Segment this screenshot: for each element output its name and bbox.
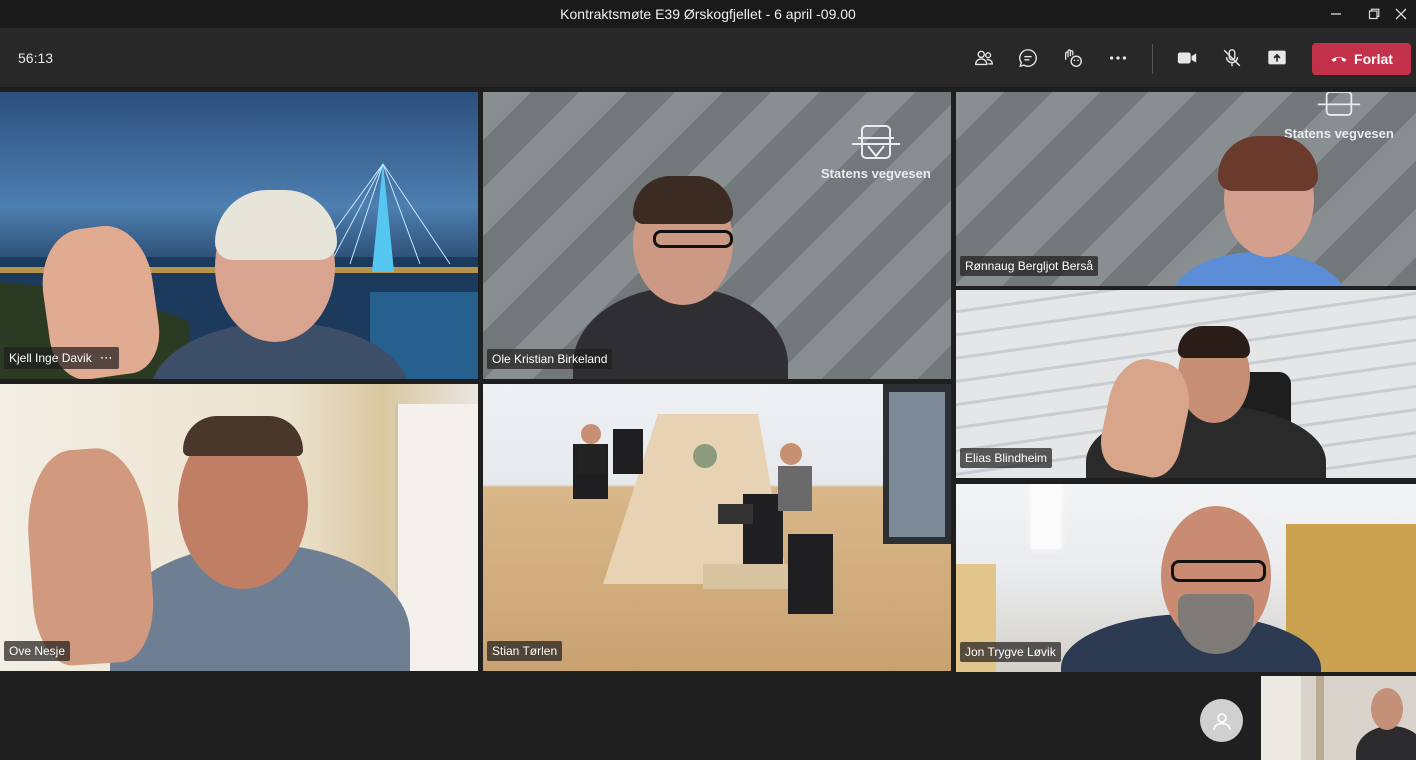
close-icon <box>1395 8 1407 20</box>
participant-name-tag: Rønnaug Bergljot Berså <box>960 256 1099 276</box>
video-camera-icon <box>1177 52 1197 64</box>
self-head <box>1371 688 1403 730</box>
restore-icon <box>1368 8 1380 20</box>
vegvesen-crest-icon <box>851 125 900 159</box>
more-icon <box>1109 56 1127 60</box>
participant-name: Ole Kristian Birkeland <box>492 352 608 366</box>
person-hair <box>633 176 733 224</box>
title-bar: Kontraktsmøte E39 Ørskogfjellet - 6 apri… <box>0 0 1416 28</box>
person-hair <box>183 416 303 456</box>
vegvesen-crest-icon <box>1317 92 1361 116</box>
glasses <box>653 230 733 248</box>
participants-button[interactable] <box>968 42 1000 74</box>
video-tile-ronnaug-bergljot-bersa[interactable]: Statens vegvesen Rønnaug Bergljot Berså <box>956 92 1416 286</box>
more-actions-button[interactable] <box>1102 42 1134 74</box>
statens-vegvesen-logo: Statens vegvesen <box>821 122 931 181</box>
chat-icon <box>1019 49 1037 68</box>
glasses <box>1171 560 1266 582</box>
person-hair <box>1178 326 1250 358</box>
share-screen-icon <box>1268 50 1286 65</box>
video-tile-jon-trygve-lovik[interactable]: Jon Trygve Løvik <box>956 484 1416 672</box>
branding-text: Statens vegvesen <box>821 166 931 181</box>
self-avatar-button[interactable] <box>1200 699 1243 742</box>
ceiling-light <box>1031 484 1061 549</box>
participant-name-tag: Stian Tørlen <box>487 641 563 661</box>
chat-button[interactable] <box>1012 42 1044 74</box>
people-icon <box>975 50 993 66</box>
video-tile-stian-torlen[interactable]: Stian Tørlen <box>483 384 951 671</box>
participant-name: Ove Nesje <box>9 644 66 658</box>
participant-name-tag: Ole Kristian Birkeland <box>487 349 613 369</box>
person-icon <box>1212 712 1231 730</box>
leave-button-label: Forlat <box>1354 51 1393 67</box>
meeting-toolbar: 56:13 Forlat <box>0 28 1416 88</box>
participant-name: Stian Tørlen <box>492 644 558 658</box>
statens-vegvesen-logo: Statens vegvesen <box>1284 92 1394 141</box>
phone-hangup-icon <box>1331 56 1347 62</box>
minimize-icon <box>1331 13 1341 15</box>
self-view-video[interactable] <box>1261 676 1416 760</box>
raised-hand <box>22 445 158 668</box>
video-tile-ove-nesje[interactable]: Ove Nesje <box>0 384 478 671</box>
minimize-button[interactable] <box>1316 0 1356 28</box>
participant-name-tag: Kjell Inge Davik ⋯ <box>4 347 119 369</box>
person-body <box>1171 252 1346 286</box>
mic-off-icon <box>1223 49 1241 67</box>
video-tile-ole-kristian-birkeland[interactable]: Statens vegvesen Ole Kristian Birkeland <box>483 92 951 379</box>
person-hair <box>1218 136 1318 191</box>
participant-more-icon[interactable]: ⋯ <box>100 350 114 366</box>
participant-name: Kjell Inge Davik <box>9 351 92 365</box>
participant-name-tag: Ove Nesje <box>4 641 71 661</box>
participant-name-tag: Elias Blindheim <box>960 448 1053 468</box>
window-light <box>1261 676 1301 760</box>
participant-name: Jon Trygve Løvik <box>965 645 1056 659</box>
participant-name-tag: Jon Trygve Løvik <box>960 642 1061 662</box>
close-window-button[interactable] <box>1386 0 1416 28</box>
microphone-button[interactable] <box>1216 42 1248 74</box>
meeting-timer: 56:13 <box>18 50 54 66</box>
self-body <box>1356 726 1416 760</box>
window-title: Kontraktsmøte E39 Ørskogfjellet - 6 apri… <box>560 6 856 22</box>
video-tile-elias-blindheim[interactable]: Elias Blindheim <box>956 290 1416 478</box>
share-screen-button[interactable] <box>1261 42 1293 74</box>
participant-name: Elias Blindheim <box>965 451 1048 465</box>
leave-meeting-button[interactable]: Forlat <box>1312 43 1411 75</box>
video-tile-kjell-inge-davik[interactable]: Kjell Inge Davik ⋯ <box>0 92 478 379</box>
reactions-button[interactable] <box>1057 42 1089 74</box>
conference-room <box>573 384 951 614</box>
door-frame <box>1316 676 1324 760</box>
participant-name: Rønnaug Bergljot Berså <box>965 259 1094 273</box>
camera-button[interactable] <box>1171 42 1203 74</box>
raise-hand-icon <box>1065 49 1082 67</box>
branding-text: Statens vegvesen <box>1284 126 1394 141</box>
toolbar-divider <box>1152 44 1153 74</box>
